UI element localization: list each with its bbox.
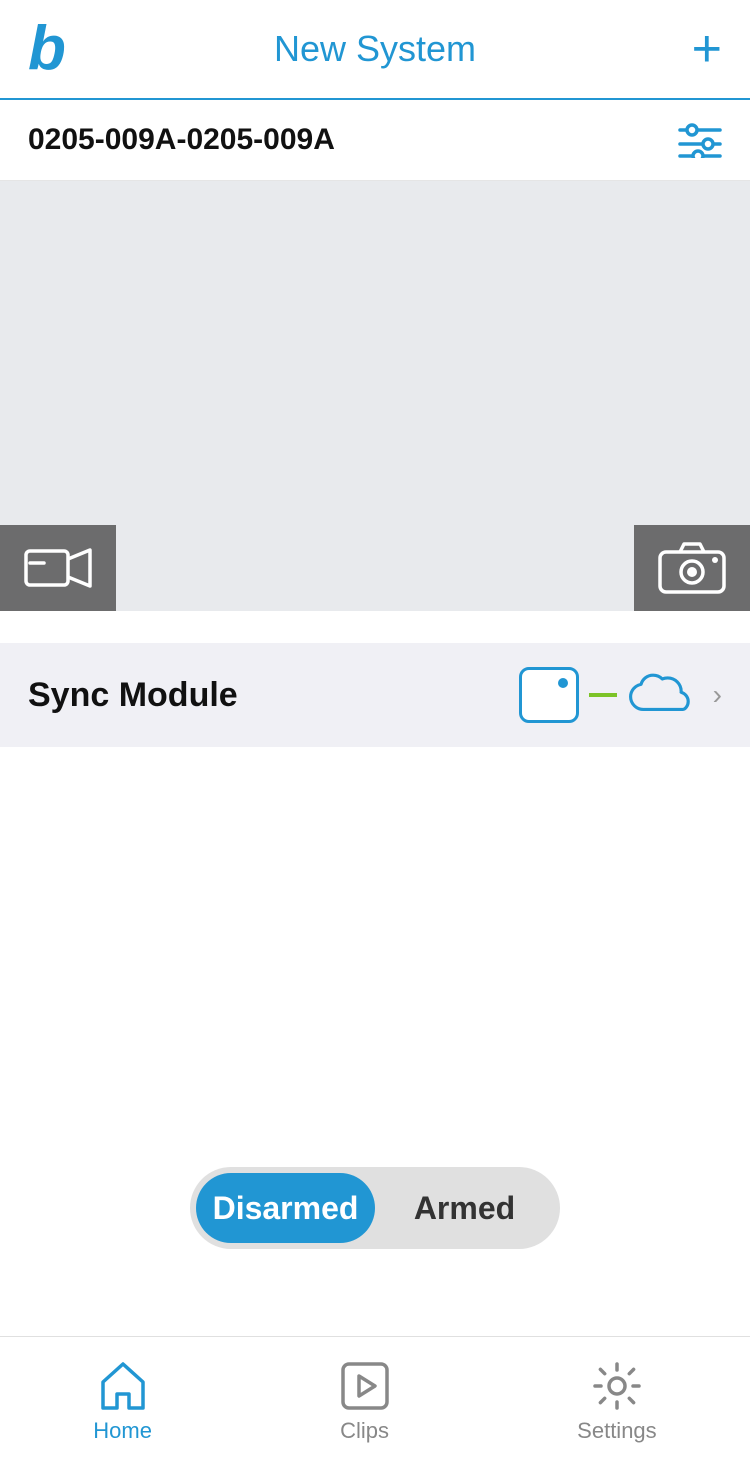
camera-snapshot-button[interactable] [634, 525, 750, 611]
disarmed-button[interactable]: Disarmed [196, 1173, 375, 1243]
nav-item-home[interactable]: Home [93, 1360, 152, 1444]
arm-toggle-container: Disarmed Armed [0, 1127, 750, 1299]
spacer-1 [0, 611, 750, 627]
add-button[interactable]: + [692, 23, 722, 75]
bottom-nav: Home Clips Settings [0, 1336, 750, 1466]
sync-module-row[interactable]: Sync Module › [0, 643, 750, 747]
nav-item-settings[interactable]: Settings [577, 1360, 657, 1444]
app-logo: b [28, 18, 66, 80]
sync-module-dot [558, 678, 568, 688]
nav-item-clips[interactable]: Clips [339, 1360, 391, 1444]
video-record-button[interactable] [0, 525, 116, 611]
video-record-icon [24, 543, 92, 593]
device-row: 0205-009A-0205-009A [0, 100, 750, 181]
camera-preview [0, 181, 750, 611]
sync-module-chevron: › [713, 679, 722, 711]
camera-icon [658, 540, 726, 596]
device-id: 0205-009A-0205-009A [28, 123, 335, 157]
home-icon [97, 1360, 149, 1412]
sync-connector-line [589, 693, 617, 697]
arm-toggle-pill: Disarmed Armed [190, 1167, 560, 1249]
clips-icon [339, 1360, 391, 1412]
sync-module-label: Sync Module [28, 676, 238, 715]
app-header: b New System + [0, 0, 750, 100]
filter-icon[interactable] [678, 122, 722, 158]
cloud-icon [627, 671, 699, 719]
sync-module-device-icon [519, 667, 579, 723]
settings-icon [591, 1360, 643, 1412]
nav-home-label: Home [93, 1418, 152, 1444]
sync-module-status: › [519, 667, 722, 723]
middle-content-area [0, 747, 750, 1127]
header-title: New System [274, 28, 476, 70]
nav-clips-label: Clips [340, 1418, 389, 1444]
armed-button[interactable]: Armed [375, 1173, 554, 1243]
nav-settings-label: Settings [577, 1418, 657, 1444]
